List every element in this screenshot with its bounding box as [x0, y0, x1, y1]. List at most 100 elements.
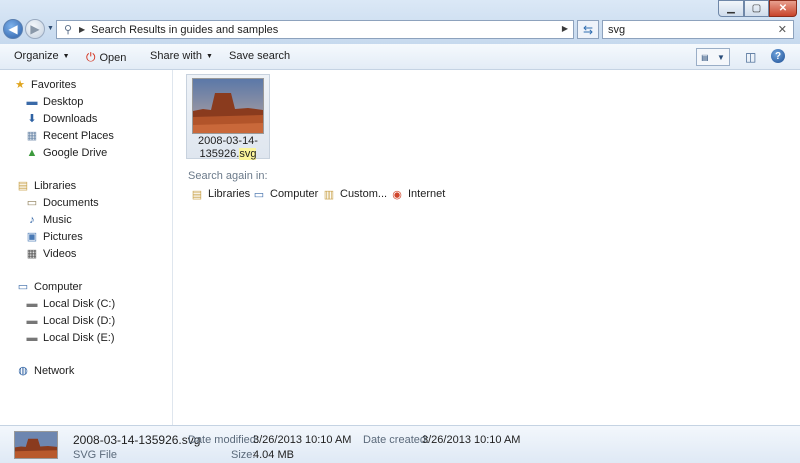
- nav-item-label: Documents: [43, 197, 99, 209]
- search-again-internet[interactable]: ◉ Internet: [390, 188, 446, 201]
- details-pane: 2008-03-14-135926.svg SVG File Date modi…: [0, 425, 800, 463]
- nav-local-disk-c[interactable]: ▬ Local Disk (C:): [26, 298, 116, 310]
- size-value: 4.04 MB: [253, 449, 294, 461]
- disk-icon: ▬: [26, 332, 38, 344]
- nav-item-label: Local Disk (D:): [43, 315, 116, 327]
- preview-pane-icon[interactable]: ◫: [745, 50, 756, 64]
- details-thumbnail: [15, 432, 57, 458]
- share-with-label: Share with: [150, 50, 202, 62]
- nav-item-label: Local Disk (C:): [43, 298, 116, 310]
- organize-button[interactable]: Organize ▼: [14, 50, 70, 62]
- chrome-icon: ◉: [392, 189, 402, 201]
- nav-network[interactable]: ◍ Network: [17, 365, 74, 377]
- forward-arrow-icon: ▶: [30, 22, 40, 36]
- nav-libraries-label: Libraries: [34, 180, 77, 192]
- search-again-label: Search again in:: [188, 170, 268, 182]
- address-bar[interactable]: ⚲ ▶ Search Results in guides and samples…: [56, 20, 574, 39]
- nav-item-label: Google Drive: [43, 147, 108, 159]
- back-button[interactable]: ◀: [3, 19, 23, 39]
- search-again-computer[interactable]: ▭ Computer: [252, 188, 319, 201]
- nav-item-label: Local Disk (E:): [43, 332, 115, 344]
- custom-folder-icon: ▥: [323, 189, 335, 201]
- search-again-custom[interactable]: ▥ Custom...: [322, 188, 388, 201]
- date-modified-value: 3/26/2013 10:10 AM: [253, 434, 352, 446]
- recent-places-icon: ▦: [26, 130, 38, 142]
- computer-icon: ▭: [17, 281, 29, 293]
- minimize-button[interactable]: ▁: [718, 0, 744, 17]
- nav-local-disk-e[interactable]: ▬ Local Disk (E:): [26, 332, 115, 344]
- open-label: Open: [99, 51, 127, 64]
- nav-pictures[interactable]: ▣ Pictures: [26, 231, 83, 243]
- desktop-icon: ▬: [26, 96, 38, 108]
- breadcrumb[interactable]: Search Results in guides and samples: [91, 24, 278, 36]
- desert-photo-icon: [193, 79, 263, 133]
- nav-network-label: Network: [34, 365, 75, 377]
- libraries-icon: ▤: [191, 189, 203, 201]
- nav-libraries[interactable]: ▤ Libraries: [17, 180, 76, 192]
- maximize-button[interactable]: ▢: [744, 0, 769, 17]
- search-again-option-label: Internet: [408, 188, 446, 200]
- search-results: 2008-03-14- 135926.svg Search again in: …: [174, 70, 800, 425]
- file-item[interactable]: 2008-03-14- 135926.svg: [186, 74, 270, 161]
- change-view-button[interactable]: ▤ ▼: [696, 48, 730, 66]
- nav-local-disk-d[interactable]: ▬ Local Disk (D:): [26, 315, 116, 327]
- nav-item-label: Downloads: [43, 113, 98, 125]
- file-name-part: 2008-03-14-: [198, 135, 258, 147]
- date-created-label: Date created:: [363, 434, 430, 446]
- organize-label: Organize: [14, 50, 59, 62]
- save-search-button[interactable]: Save search: [229, 50, 290, 62]
- close-button[interactable]: ✕: [769, 0, 797, 17]
- nav-item-label: Videos: [43, 248, 77, 260]
- chevron-right-icon[interactable]: ▶: [562, 24, 568, 33]
- nav-item-label: Music: [43, 214, 72, 226]
- search-match-highlight: svg: [239, 148, 257, 160]
- nav-google-drive[interactable]: ▲ Google Drive: [26, 147, 108, 159]
- documents-icon: ▭: [26, 197, 38, 209]
- nav-desktop[interactable]: ▬ Desktop: [26, 96, 84, 108]
- chevron-down-icon: ▼: [716, 52, 725, 62]
- music-icon: ♪: [29, 214, 35, 226]
- file-name-label: 2008-03-14- 135926.svg: [189, 135, 267, 161]
- search-results-icon: ⚲: [63, 24, 73, 36]
- search-box[interactable]: ✕: [602, 20, 794, 39]
- search-input[interactable]: [608, 23, 768, 36]
- clear-search-icon[interactable]: ✕: [778, 23, 787, 36]
- help-icon[interactable]: ?: [771, 49, 785, 63]
- back-arrow-icon: ◀: [8, 22, 18, 36]
- save-search-label: Save search: [229, 50, 291, 62]
- recent-pages-dropdown[interactable]: ▼: [47, 25, 54, 32]
- nav-item-label: Desktop: [43, 96, 84, 108]
- disk-icon: ▬: [26, 315, 38, 327]
- videos-icon: ▦: [26, 248, 38, 260]
- navigation-pane: ★ Favorites ▬ Desktop ⬇ Downloads ▦ Rece…: [0, 70, 173, 425]
- power-open-icon: ⏻: [86, 50, 96, 64]
- file-name-part: 135926.: [199, 148, 240, 160]
- pictures-icon: ▣: [26, 231, 38, 243]
- forward-button[interactable]: ▶: [25, 19, 45, 39]
- date-created-value: 3/26/2013 10:10 AM: [422, 434, 521, 446]
- open-button[interactable]: ⏻ Open: [86, 50, 126, 65]
- nav-computer[interactable]: ▭ Computer: [17, 281, 83, 293]
- search-again-option-label: Computer: [270, 188, 319, 200]
- refresh-button[interactable]: ⇆: [577, 20, 599, 39]
- downloads-icon: ⬇: [27, 113, 37, 125]
- nav-favorites[interactable]: ★ Favorites: [14, 79, 76, 91]
- search-again-libraries[interactable]: ▤ Libraries: [190, 188, 250, 201]
- nav-music[interactable]: ♪ Music: [26, 214, 72, 226]
- search-again-option-label: Custom...: [340, 188, 388, 200]
- nav-documents[interactable]: ▭ Documents: [26, 197, 99, 209]
- nav-videos[interactable]: ▦ Videos: [26, 248, 77, 260]
- nav-recent-places[interactable]: ▦ Recent Places: [26, 130, 114, 142]
- view-icon: ▤: [701, 52, 709, 62]
- command-bar: Organize ▼ ⏻ Open Share with ▼ Save sear…: [0, 44, 800, 70]
- chevron-down-icon: ▼: [205, 52, 213, 60]
- nav-item-label: Pictures: [43, 231, 83, 243]
- breadcrumb-chevron-icon[interactable]: ▶: [79, 25, 85, 34]
- nav-item-label: Recent Places: [43, 130, 114, 142]
- details-file-type: SVG File: [73, 449, 118, 461]
- refresh-icon: ⇆: [582, 22, 594, 37]
- share-with-button[interactable]: Share with ▼: [150, 50, 213, 62]
- desert-photo-icon: [15, 432, 57, 458]
- size-label: Size:: [231, 449, 256, 461]
- nav-downloads[interactable]: ⬇ Downloads: [26, 113, 97, 125]
